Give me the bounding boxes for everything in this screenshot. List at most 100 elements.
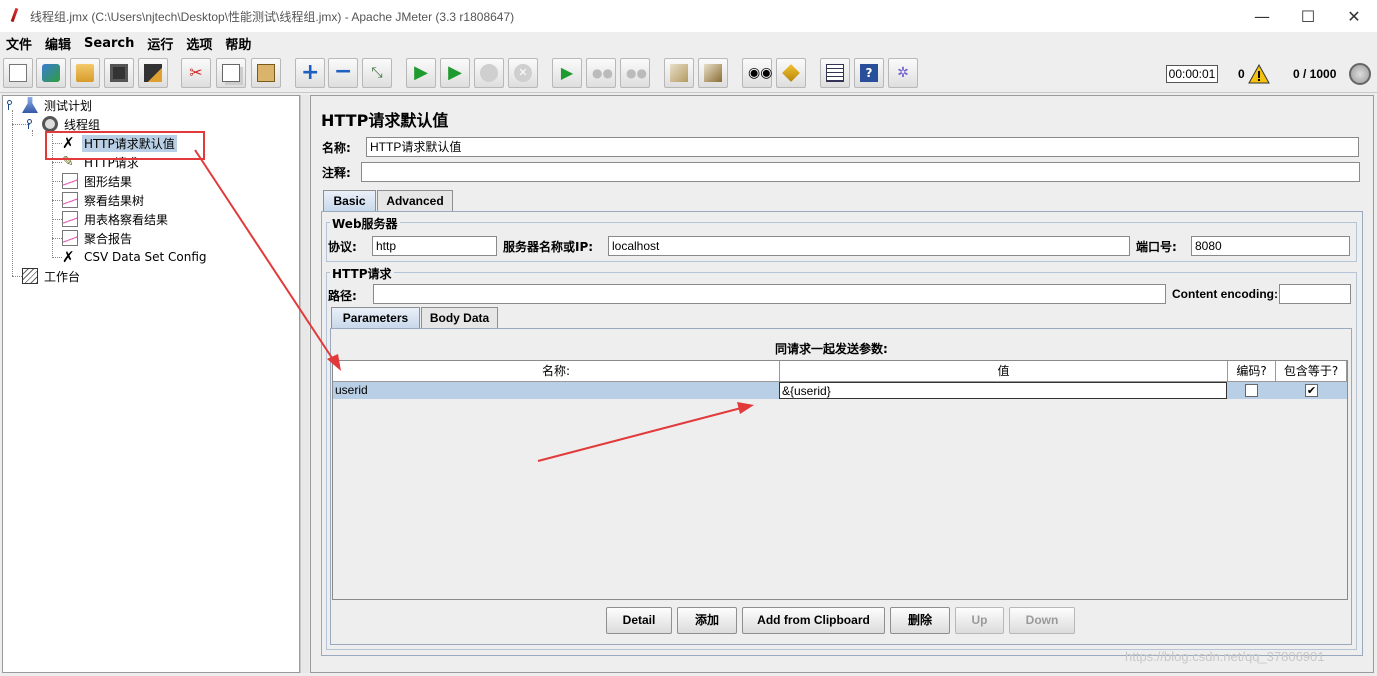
param-value-cell[interactable]: &{userid}	[779, 382, 1227, 399]
menu-run[interactable]: 运行	[141, 34, 180, 53]
tree-label: 用表格察看结果	[84, 212, 169, 227]
tree-node-test-plan[interactable]: 测试计划	[22, 96, 94, 114]
reset-search-button[interactable]	[776, 58, 806, 88]
name-field[interactable]: HTTP请求默认值	[366, 137, 1359, 157]
add-button[interactable]: 添加	[677, 607, 737, 634]
tree-label: 图形结果	[84, 174, 133, 189]
log-viewer-button[interactable]: ✲	[888, 58, 918, 88]
server-name-field[interactable]: localhost	[608, 236, 1130, 256]
test-plan-tree	[2, 95, 300, 673]
save-icon	[110, 64, 128, 82]
graph-icon	[62, 211, 78, 227]
title-bar: 线程组.jmx (C:\Users\njtech\Desktop\性能测试\线程…	[0, 0, 1377, 32]
params-caption: 同请求一起发送参数:	[775, 342, 888, 356]
jmeter-feather-icon	[8, 8, 22, 24]
comment-field[interactable]	[361, 162, 1360, 182]
page-title: HTTP请求默认值	[321, 111, 449, 130]
new-icon	[9, 64, 27, 82]
remote-start-button[interactable]: ▶	[552, 58, 582, 88]
start-no-pauses-button[interactable]: ▶	[440, 58, 470, 88]
tree-label: 察看结果树	[84, 193, 145, 208]
graph-icon	[62, 230, 78, 246]
templates-button[interactable]	[36, 58, 66, 88]
tree-node-view-results-table[interactable]: 用表格察看结果	[62, 210, 170, 228]
toggle-button[interactable]: ⤡	[362, 58, 392, 88]
up-button[interactable]: Up	[955, 607, 1004, 634]
error-count: 0	[1238, 67, 1245, 81]
path-field[interactable]	[373, 284, 1166, 304]
content-encoding-field[interactable]	[1279, 284, 1351, 304]
menu-search[interactable]: Search	[78, 36, 141, 51]
remote-shutdown-button[interactable]: ●●	[620, 58, 650, 88]
help-button[interactable]: ?	[854, 58, 884, 88]
tab-parameters[interactable]: Parameters	[331, 307, 420, 329]
remote-start-icon: ▶	[560, 63, 574, 82]
clear-button[interactable]	[664, 58, 694, 88]
delete-button[interactable]: 删除	[890, 607, 950, 634]
function-helper-button[interactable]	[820, 58, 850, 88]
tree-node-aggregate-report[interactable]: 聚合报告	[62, 229, 134, 247]
warning-icon[interactable]	[1248, 64, 1270, 84]
clear-icon	[670, 64, 688, 82]
column-header-name[interactable]: 名称:	[333, 361, 780, 382]
protocol-field[interactable]: http	[372, 236, 497, 256]
port-field[interactable]: 8080	[1191, 236, 1350, 256]
clear-all-button[interactable]	[698, 58, 728, 88]
tree-node-workbench[interactable]: 工作台	[22, 267, 82, 285]
remote-stop-button[interactable]: ●●	[586, 58, 616, 88]
tree-label: 测试计划	[44, 98, 93, 113]
paste-button[interactable]	[251, 58, 281, 88]
column-header-encode[interactable]: 编码?	[1228, 361, 1276, 382]
tab-basic[interactable]: Basic	[323, 190, 376, 212]
tree-toggle-thread-group[interactable]	[24, 119, 33, 129]
tree-connector	[52, 200, 62, 201]
close-button[interactable]: ✕	[1331, 0, 1377, 32]
tree-connector	[52, 257, 62, 258]
include-equals-checkbox[interactable]: ✔	[1305, 384, 1318, 397]
expand-button[interactable]: +	[295, 58, 325, 88]
save-button[interactable]	[104, 58, 134, 88]
shutdown-icon: ✕	[514, 64, 532, 82]
stop-button[interactable]	[474, 58, 504, 88]
tree-label: CSV Data Set Config	[84, 250, 207, 264]
detail-button[interactable]: Detail	[606, 607, 672, 634]
tree-connector	[12, 276, 22, 277]
tree-node-view-results-tree[interactable]: 察看结果树	[62, 191, 146, 209]
search-button[interactable]: ◉◉	[742, 58, 772, 88]
save-as-button[interactable]	[138, 58, 168, 88]
tree-node-csv-data-set-config[interactable]: ✗ CSV Data Set Config	[62, 248, 209, 266]
tree-node-graph-results[interactable]: 图形结果	[62, 172, 134, 190]
tree-label: 线程组	[64, 117, 101, 132]
stop-icon	[480, 64, 498, 82]
copy-icon	[222, 64, 240, 82]
menu-file[interactable]: 文件	[0, 34, 39, 53]
down-button[interactable]: Down	[1009, 607, 1075, 634]
content-encoding-label: Content encoding:	[1172, 287, 1278, 301]
path-label: 路径:	[328, 289, 357, 303]
open-button[interactable]	[70, 58, 100, 88]
new-button[interactable]	[3, 58, 33, 88]
encode-checkbox[interactable]	[1245, 384, 1258, 397]
column-header-value[interactable]: 值	[780, 361, 1228, 382]
shutdown-button[interactable]: ✕	[508, 58, 538, 88]
param-name-cell[interactable]: userid	[333, 382, 779, 399]
menu-options[interactable]: 选项	[180, 34, 219, 53]
menu-help[interactable]: 帮助	[219, 34, 258, 53]
maximize-button[interactable]: ☐	[1285, 0, 1331, 32]
minimize-button[interactable]: —	[1239, 0, 1285, 32]
add-from-clipboard-button[interactable]: Add from Clipboard	[742, 607, 885, 634]
start-button[interactable]: ▶	[406, 58, 436, 88]
tab-advanced[interactable]: Advanced	[377, 190, 453, 212]
remote-engines-icon[interactable]	[1349, 63, 1371, 85]
menu-edit[interactable]: 编辑	[39, 34, 78, 53]
start-icon: ▶	[414, 62, 428, 83]
collapse-button[interactable]: −	[328, 58, 358, 88]
graph-icon	[62, 192, 78, 208]
column-header-include-equals[interactable]: 包含等于?	[1276, 361, 1347, 382]
tab-body-data[interactable]: Body Data	[421, 307, 498, 329]
protocol-label: 协议:	[328, 240, 357, 254]
copy-button[interactable]	[216, 58, 246, 88]
tree-toggle-test-plan[interactable]	[4, 100, 13, 110]
panel-splitter[interactable]	[300, 95, 309, 673]
cut-button[interactable]: ✂	[181, 58, 211, 88]
